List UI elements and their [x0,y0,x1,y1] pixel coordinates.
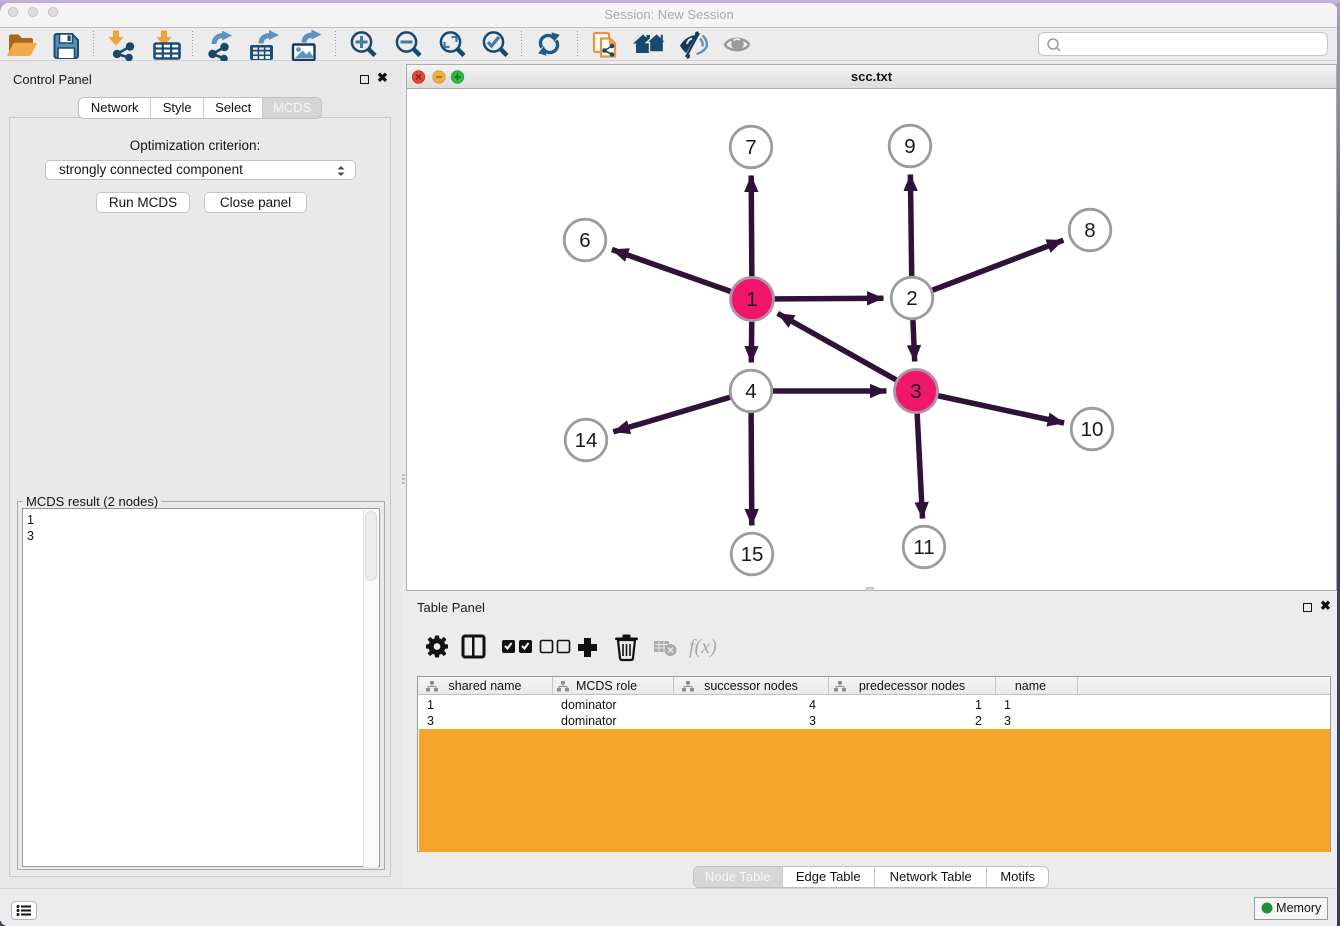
svg-text:9: 9 [904,135,915,158]
svg-text:10: 10 [1081,418,1104,441]
svg-text:14: 14 [575,429,598,452]
svg-text:8: 8 [1084,219,1095,242]
svg-text:1: 1 [746,288,757,311]
svg-text:2: 2 [906,287,917,310]
svg-text:4: 4 [745,380,756,403]
svg-text:7: 7 [745,136,756,159]
svg-text:f(x): f(x) [689,636,717,658]
svg-text:15: 15 [741,543,764,566]
svg-text:11: 11 [913,536,934,559]
svg-text:3: 3 [910,380,921,403]
svg-text:6: 6 [579,229,590,252]
